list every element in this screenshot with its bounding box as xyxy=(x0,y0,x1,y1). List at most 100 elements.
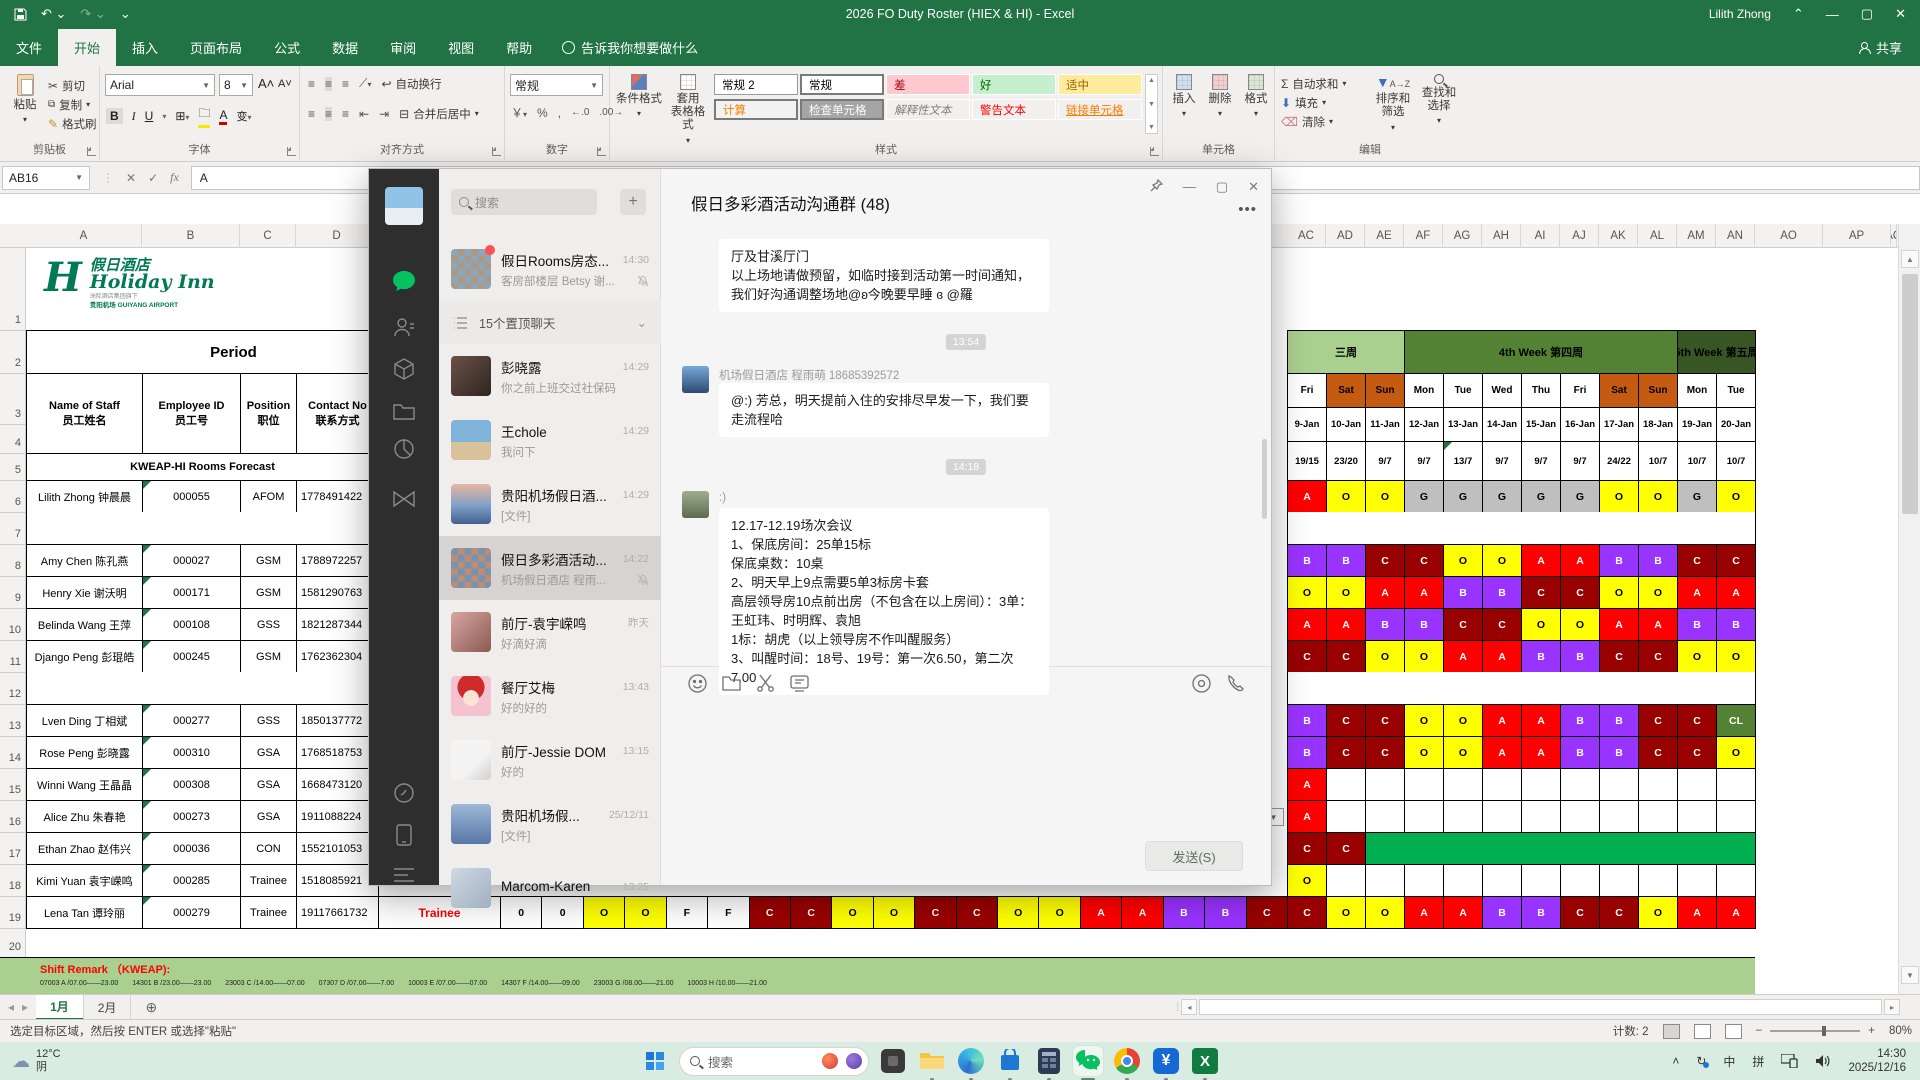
taskbar-app-excel[interactable]: X xyxy=(1190,1046,1220,1080)
chat-history-icon[interactable] xyxy=(789,673,809,693)
staff-tel-cell[interactable]: 1768518753 xyxy=(296,736,379,769)
shift-cell[interactable]: B xyxy=(1716,608,1756,641)
row-header-10[interactable]: 10 xyxy=(9,624,21,636)
taskbar-clock[interactable]: 14:30 2025/12/16 xyxy=(1848,1047,1906,1076)
forecast-cell[interactable]: 13/7 xyxy=(1443,441,1483,481)
taskbar-app-calculator[interactable] xyxy=(1034,1046,1064,1080)
staff-pos-cell[interactable]: GSA xyxy=(240,800,297,833)
zoom-slider[interactable]: − + xyxy=(1756,1025,1875,1037)
shift-cell[interactable]: B xyxy=(1482,896,1522,929)
message-avatar[interactable] xyxy=(682,366,709,393)
shift-cell[interactable]: O xyxy=(997,896,1040,929)
shift-cell[interactable]: A xyxy=(1404,896,1444,929)
staff-pos-cell[interactable]: GSM xyxy=(240,640,297,673)
shift-cell[interactable]: B xyxy=(1521,640,1561,673)
find-select-button[interactable]: 查找和选择 ▾ xyxy=(1417,74,1461,126)
day-cell[interactable]: Wed xyxy=(1482,373,1522,408)
shift-cell[interactable]: A xyxy=(1443,896,1483,929)
ribbon-tab-审阅[interactable]: 审阅 xyxy=(374,29,432,66)
screenshot-icon[interactable] xyxy=(755,673,775,693)
forecast-cell[interactable]: 23/20 xyxy=(1326,441,1366,481)
column-header-AP[interactable]: AP xyxy=(1823,224,1891,248)
voice-call-icon[interactable] xyxy=(1225,673,1245,693)
column-header-AF[interactable]: AF xyxy=(1404,224,1443,248)
font-dialog-launcher[interactable] xyxy=(287,147,296,156)
shift-cell[interactable]: B xyxy=(1599,736,1639,769)
day-cell[interactable]: Sun xyxy=(1638,373,1678,408)
format-cells-button[interactable]: 格式 ▾ xyxy=(1239,74,1273,118)
column-header-AC[interactable]: AC xyxy=(1287,224,1326,248)
shift-cell[interactable]: O xyxy=(1404,736,1444,769)
shift-cell[interactable]: A xyxy=(1482,736,1522,769)
start-button[interactable] xyxy=(640,1046,670,1076)
row-header-4[interactable]: 4 xyxy=(15,437,21,449)
message-input[interactable] xyxy=(661,699,1271,833)
cell-style-适中[interactable]: 适中 xyxy=(1058,74,1142,95)
customize-qat-icon[interactable]: ⌄ xyxy=(120,6,131,22)
week-band[interactable]: 三周 xyxy=(1287,330,1405,374)
shift-cell[interactable]: A xyxy=(1482,640,1522,673)
chat-item-贵阳机场假...[interactable]: 贵阳机场假... 25/12/11 [文件] xyxy=(439,792,661,856)
number-format-combo[interactable]: 常规 ▼ xyxy=(510,74,603,96)
shift-cell[interactable]: A xyxy=(1287,480,1327,513)
staff-tel-cell[interactable]: 1850137772 xyxy=(296,704,379,737)
shift-cell[interactable] xyxy=(1716,800,1756,833)
column-header-AI[interactable]: AI xyxy=(1521,224,1560,248)
autosum-button[interactable]: Σ 自动求和 ▾ xyxy=(1281,74,1346,93)
hidden-icons-chevron[interactable]: ˄ xyxy=(1672,1054,1679,1068)
cell-style-差[interactable]: 差 xyxy=(886,74,970,95)
staff-name-cell[interactable]: Lven Ding 丁相斌 xyxy=(26,704,143,737)
shift-cell[interactable]: O xyxy=(1038,896,1081,929)
align-bottom-icon[interactable]: ≡ xyxy=(342,77,349,91)
shift-cell[interactable] xyxy=(1677,768,1717,801)
staff-tel-cell[interactable]: 1821287344 xyxy=(296,608,379,641)
row-header-5[interactable]: 5 xyxy=(15,464,21,476)
shift-cell[interactable]: C xyxy=(1638,704,1678,737)
staff-id-cell[interactable]: 000273 xyxy=(142,800,241,833)
shift-cell[interactable]: F xyxy=(707,896,750,929)
sheet-nav-left-icon[interactable]: ◂ xyxy=(0,1000,22,1014)
shift-cell[interactable]: B xyxy=(1560,640,1600,673)
vscroll-thumb[interactable] xyxy=(1902,274,1918,514)
shift-cell[interactable]: C xyxy=(1677,704,1717,737)
delete-cells-button[interactable]: 删除 ▾ xyxy=(1203,74,1237,118)
accounting-format-icon[interactable]: ￥▾ xyxy=(511,104,527,121)
shift-cell[interactable]: C xyxy=(1677,544,1717,577)
fx-icon[interactable]: fx xyxy=(170,170,179,185)
shift-cell[interactable] xyxy=(1638,864,1678,897)
shift-cell[interactable] xyxy=(1365,800,1405,833)
date-cell[interactable]: 12-Jan xyxy=(1404,407,1444,442)
shift-cell[interactable] xyxy=(1404,768,1444,801)
taskbar-app-app-dark[interactable] xyxy=(878,1046,908,1076)
ime-indicator[interactable]: 中 xyxy=(1723,1053,1735,1070)
grow-font-icon[interactable]: A˄ xyxy=(258,76,274,91)
shift-cell[interactable]: A xyxy=(1599,608,1639,641)
column-header-AO[interactable]: AO xyxy=(1755,224,1823,248)
shift-cell[interactable]: C xyxy=(1326,704,1366,737)
cell-style-好[interactable]: 好 xyxy=(972,74,1056,95)
scroll-up-icon[interactable]: ▲ xyxy=(1901,250,1919,268)
staff-pos-cell[interactable]: CON xyxy=(240,832,297,865)
redo-icon[interactable]: ↷ ⌄ xyxy=(80,6,105,22)
shift-cell[interactable] xyxy=(1716,768,1756,801)
column-header-AK[interactable]: AK xyxy=(1599,224,1638,248)
shift-cell[interactable]: C xyxy=(1326,640,1366,673)
shift-cell[interactable]: A xyxy=(1365,576,1405,609)
shift-cell[interactable]: B xyxy=(1599,704,1639,737)
shift-cell[interactable]: C xyxy=(914,896,957,929)
mobile-icon[interactable] xyxy=(392,823,416,847)
ribbon-tab-开始[interactable]: 开始 xyxy=(58,29,117,66)
row-header-17[interactable]: 17 xyxy=(9,848,21,860)
sheet-tab-2月[interactable]: 2月 xyxy=(84,994,132,1020)
shift-cell[interactable]: C xyxy=(1521,576,1561,609)
message-bubble[interactable]: @:) 芳总，明天提前入住的安排尽早发一下，我们要走流程哈 xyxy=(719,383,1049,437)
shift-cell[interactable]: B xyxy=(1638,544,1678,577)
forecast-cell[interactable]: 9/7 xyxy=(1404,441,1444,481)
row-header-7[interactable]: 7 xyxy=(15,528,21,540)
shift-cell[interactable] xyxy=(1482,800,1522,833)
increase-indent-icon[interactable]: ⇥ xyxy=(379,107,389,121)
shift-cell[interactable]: A xyxy=(1287,608,1327,641)
date-cell[interactable]: 14-Jan xyxy=(1482,407,1522,442)
shift-cell[interactable]: C xyxy=(1443,608,1483,641)
shift-cell[interactable]: B xyxy=(1287,704,1327,737)
